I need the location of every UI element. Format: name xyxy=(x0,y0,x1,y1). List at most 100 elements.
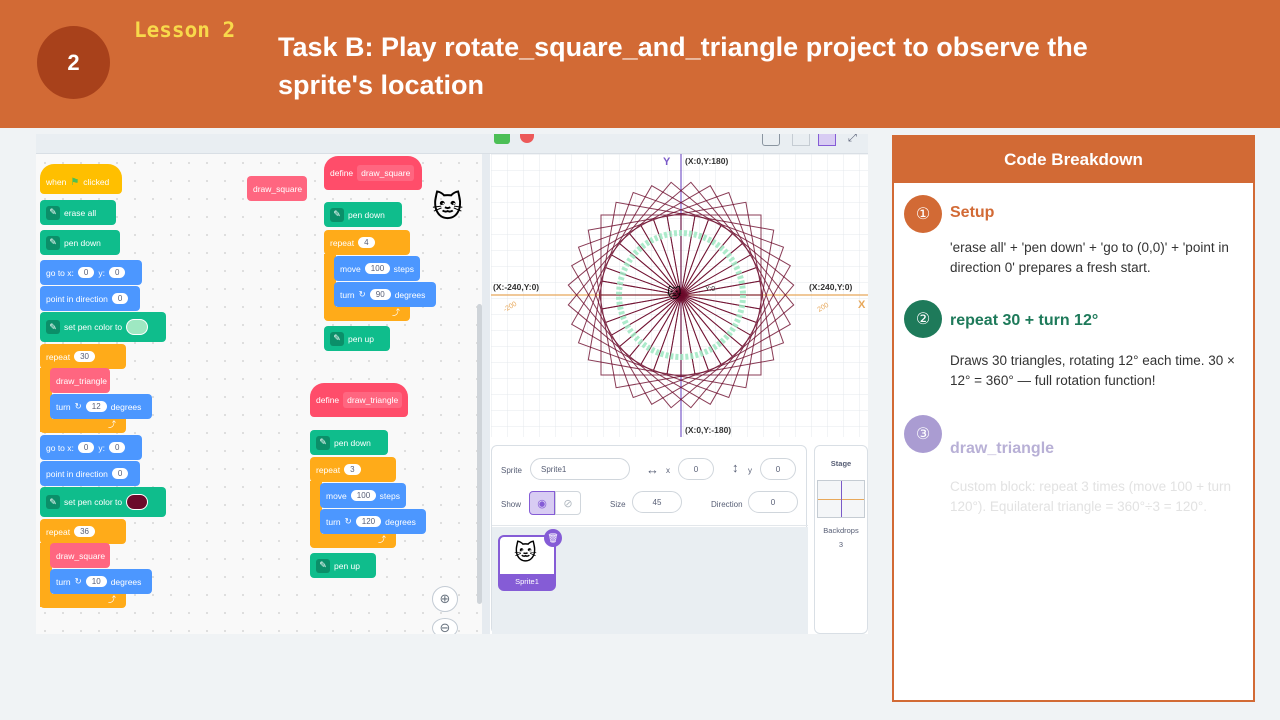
sprite-properties: Sprite Sprite1 ↔ x 0 ↕ y 0 Show ◉ ⊘ Size… xyxy=(492,446,808,526)
show-visible-toggle[interactable]: ◉ xyxy=(529,491,555,515)
step-3-number: ③ xyxy=(904,415,942,453)
step-1-title: Setup xyxy=(950,204,995,221)
degrees-input[interactable]: 120 xyxy=(355,516,382,527)
point-in-direction-block[interactable]: point in direction 0 xyxy=(40,461,140,486)
step-3-text: Custom block: repeat 3 times (move 100 +… xyxy=(950,479,1232,514)
block-label: degrees xyxy=(110,576,142,587)
y-input[interactable]: 0 xyxy=(108,267,126,278)
steps-input[interactable]: 100 xyxy=(350,490,376,501)
delete-sprite-icon[interactable]: 🗑 xyxy=(544,529,562,547)
repeat-foot: ⤴ xyxy=(40,594,126,608)
turn-right-block[interactable]: turn ↻ 10 degrees xyxy=(50,569,152,594)
turn-right-block[interactable]: turn ↻ 120 degrees xyxy=(320,509,426,534)
block-label: pen down xyxy=(334,437,371,448)
zoom-out-button[interactable]: ⊖ xyxy=(432,618,458,634)
repeat-block[interactable]: repeat 3 xyxy=(310,457,396,482)
stage-mode-icon[interactable] xyxy=(762,134,780,146)
top-coordinate-label: (X:0,Y:180) xyxy=(685,156,728,166)
show-label: Show xyxy=(501,500,522,509)
go-to-xy-block[interactable]: go to x: 0 y: 0 xyxy=(40,435,142,460)
rotate-right-icon: ↻ xyxy=(74,401,82,411)
repeat-count-input[interactable]: 4 xyxy=(358,237,375,248)
sprite-info-panel: Sprite Sprite1 ↔ x 0 ↕ y 0 Show ◉ ⊘ Size… xyxy=(491,445,808,634)
repeat-foot: ⤴ xyxy=(40,419,126,433)
x-field[interactable]: 0 xyxy=(678,458,714,480)
pen-up-block[interactable]: ✎ pen up xyxy=(324,326,390,351)
block-label: repeat xyxy=(316,464,341,475)
sprite-thumbnail[interactable]: 🐱 🗑 Sprite1 xyxy=(498,529,562,591)
repeat-block[interactable]: repeat 30 xyxy=(40,344,126,369)
scratch-editor-screenshot: ⤢ when ⚑ clicked ✎ erase all ✎ pen down … xyxy=(36,134,868,634)
pencil-icon: ✎ xyxy=(46,320,60,334)
sprite-label: Sprite xyxy=(501,466,522,475)
zoom-in-button[interactable]: ⊕ xyxy=(432,586,458,612)
y-input[interactable]: 0 xyxy=(108,442,126,453)
draw-square-call-block[interactable]: draw_square xyxy=(50,543,110,568)
stop-icon[interactable] xyxy=(520,134,534,143)
large-stage-icon[interactable] xyxy=(818,134,836,146)
steps-input[interactable]: 100 xyxy=(364,263,390,274)
point-in-direction-block[interactable]: point in direction 0 xyxy=(40,286,140,311)
turn-right-block[interactable]: turn ↻ 90 degrees xyxy=(334,282,436,307)
sprite-name-field[interactable]: Sprite1 xyxy=(530,458,630,480)
block-label: clicked xyxy=(83,177,110,187)
small-stage-icon[interactable] xyxy=(792,134,810,146)
draw-triangle-call-block[interactable]: draw_triangle xyxy=(50,368,110,393)
draw-square-loose-block[interactable]: draw_square xyxy=(247,176,307,201)
go-to-xy-block[interactable]: go to x: 0 y: 0 xyxy=(40,260,142,285)
degrees-input[interactable]: 12 xyxy=(85,401,107,412)
block-label: pen up xyxy=(334,560,360,571)
x-input[interactable]: 0 xyxy=(77,442,95,453)
block-label: steps xyxy=(379,490,400,501)
block-label: turn xyxy=(56,401,71,412)
pen-down-block[interactable]: ✎ pen down xyxy=(40,230,120,255)
direction-input[interactable]: 0 xyxy=(111,293,129,304)
code-area[interactable]: when ⚑ clicked ✎ erase all ✎ pen down go… xyxy=(36,154,482,634)
degrees-input[interactable]: 10 xyxy=(85,576,107,587)
block-label: turn xyxy=(340,289,355,300)
repeat-foot: ⤴ xyxy=(310,534,396,548)
fullscreen-icon[interactable]: ⤢ xyxy=(848,134,857,145)
degrees-input[interactable]: 90 xyxy=(369,289,391,300)
set-pen-color-block[interactable]: ✎ set pen color to xyxy=(40,487,166,517)
pencil-icon: ✎ xyxy=(316,558,330,573)
erase-all-block[interactable]: ✎ erase all xyxy=(40,200,116,225)
block-label: turn xyxy=(326,516,341,527)
when-flag-clicked-block[interactable]: when ⚑ clicked xyxy=(40,164,122,194)
pen-color-swatch[interactable] xyxy=(126,494,149,510)
repeat-block[interactable]: repeat 4 xyxy=(324,230,410,255)
rotate-right-icon: ↻ xyxy=(344,516,352,526)
sprite-cat-icon: 🐱 xyxy=(667,285,682,301)
pen-down-block[interactable]: ✎ pen down xyxy=(324,202,402,227)
size-field[interactable]: 45 xyxy=(632,491,682,513)
green-flag-icon[interactable] xyxy=(494,134,510,144)
step-1-text: 'erase all' + 'pen down' + 'go to (0,0)'… xyxy=(950,240,1229,275)
stage-canvas[interactable]: 🐱 Y (X:0,Y:180) (X:0,Y:-180) (X:-240,Y:0… xyxy=(491,154,868,437)
repeat-count-input[interactable]: 3 xyxy=(344,464,361,475)
show-hidden-toggle[interactable]: ⊘ xyxy=(555,491,581,515)
pencil-icon: ✎ xyxy=(330,207,344,222)
direction-field[interactable]: 0 xyxy=(748,491,798,513)
stage-thumbnail[interactable] xyxy=(817,480,865,518)
pen-down-block[interactable]: ✎ pen down xyxy=(310,430,388,455)
y-field[interactable]: 0 xyxy=(760,458,796,480)
move-steps-block[interactable]: move 100 steps xyxy=(334,256,420,281)
pen-color-swatch[interactable] xyxy=(126,319,149,335)
direction-input[interactable]: 0 xyxy=(111,468,129,479)
block-label: steps xyxy=(393,263,414,274)
define-draw-square-block[interactable]: define draw_square xyxy=(324,156,422,190)
repeat-count-input[interactable]: 36 xyxy=(74,526,96,537)
repeat-block[interactable]: repeat 36 xyxy=(40,519,126,544)
block-label: pen down xyxy=(64,237,101,248)
block-label: point in direction xyxy=(46,468,108,479)
stage-selector-panel[interactable]: Stage Backdrops 3 xyxy=(814,445,868,634)
x-input[interactable]: 0 xyxy=(77,267,95,278)
header-banner: 2 Lesson 2 Task B: Play rotate_square_an… xyxy=(0,0,1280,128)
repeat-count-input[interactable]: 30 xyxy=(74,351,96,362)
pencil-icon: ✎ xyxy=(46,205,60,220)
pen-up-block[interactable]: ✎ pen up xyxy=(310,553,376,578)
move-steps-block[interactable]: move 100 steps xyxy=(320,483,406,508)
turn-right-block[interactable]: turn ↻ 12 degrees xyxy=(50,394,152,419)
set-pen-color-block[interactable]: ✎ set pen color to xyxy=(40,312,166,342)
define-draw-triangle-block[interactable]: define draw_triangle xyxy=(310,383,408,417)
